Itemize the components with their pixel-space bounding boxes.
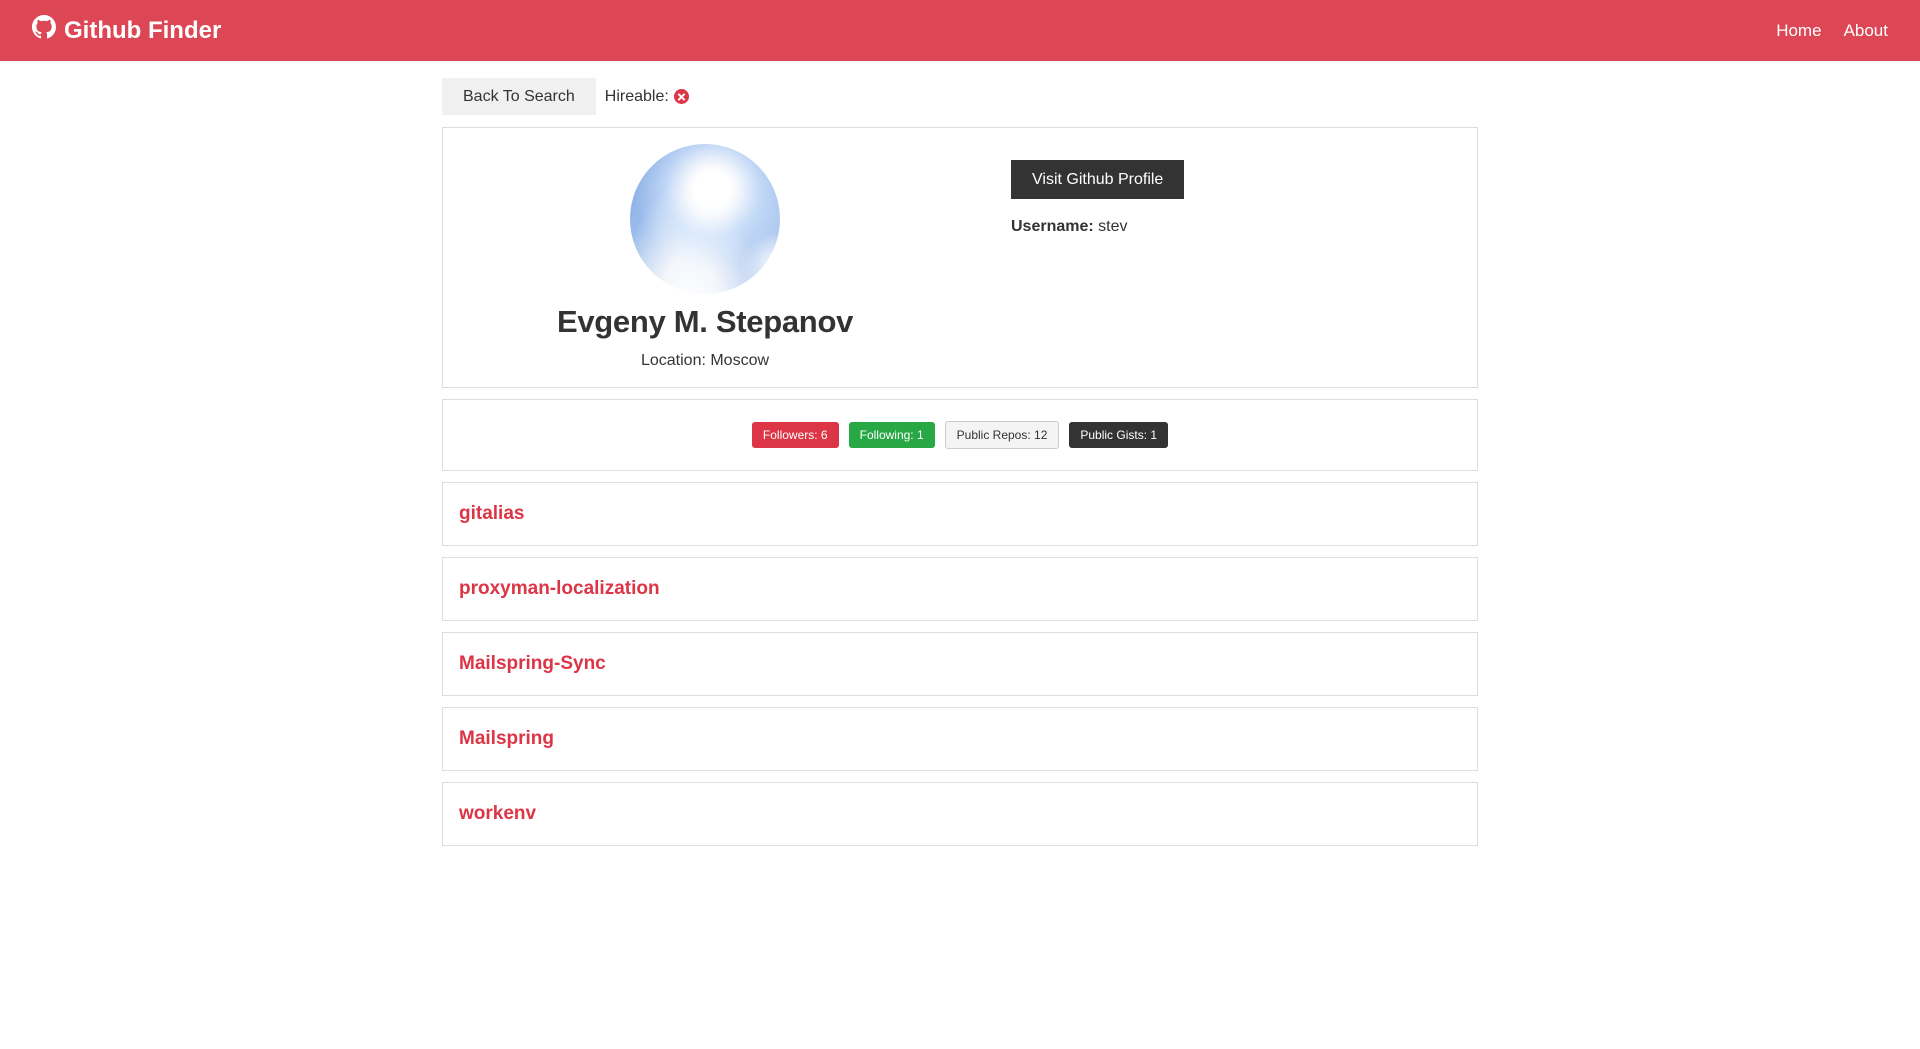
hireable-status: Hireable: [605, 88, 689, 106]
repo-link-proxyman-localization[interactable]: proxyman-localization [459, 578, 660, 600]
nav-link-about[interactable]: About [1844, 21, 1888, 41]
nav-link-home[interactable]: Home [1776, 21, 1821, 41]
x-circle-icon [673, 89, 689, 104]
back-to-search-button[interactable]: Back To Search [442, 78, 596, 115]
brand-link[interactable]: Github Finder [32, 15, 221, 46]
avatar [630, 144, 780, 294]
public-gists-badge: Public Gists: 1 [1069, 422, 1169, 448]
repo-item: Mailspring [442, 707, 1478, 771]
profile-details: Visit Github Profile Username: stev [967, 128, 1185, 387]
user-location: Location: Moscow [640, 352, 770, 369]
username-line: Username: stev [1011, 218, 1184, 236]
navbar: Github Finder Home About [0, 0, 1920, 61]
following-badge: Following: 1 [848, 422, 935, 448]
main-container: Back To Search Hireable: Evgeny M. Stepa… [442, 78, 1478, 846]
topbar: Back To Search Hireable: [442, 78, 1478, 115]
followers-badge: Followers: 6 [751, 422, 839, 448]
repo-item: proxyman-localization [442, 557, 1478, 621]
repo-item: Mailspring-Sync [442, 632, 1478, 696]
nav-links: Home About [1776, 21, 1888, 41]
repo-link-gitalias[interactable]: gitalias [459, 503, 524, 525]
stats-card: Followers: 6 Following: 1 Public Repos: … [442, 399, 1478, 471]
profile-identity: Evgeny M. Stepanov Location: Moscow [443, 128, 967, 387]
public-repos-badge: Public Repos: 12 [944, 421, 1060, 449]
repo-link-workenv[interactable]: workenv [459, 803, 536, 825]
github-icon [32, 15, 56, 46]
repo-item: workenv [442, 782, 1478, 846]
repo-link-mailspring-sync[interactable]: Mailspring-Sync [459, 653, 606, 675]
repo-link-mailspring[interactable]: Mailspring [459, 728, 554, 750]
brand-title: Github Finder [64, 16, 222, 44]
visit-github-profile-button[interactable]: Visit Github Profile [1011, 160, 1185, 199]
username-value: stev [1098, 218, 1128, 235]
hireable-label: Hireable: [604, 87, 669, 105]
user-name: Evgeny M. Stepanov [556, 304, 854, 339]
profile-card: Evgeny M. Stepanov Location: Moscow Visi… [442, 127, 1478, 388]
username-label: Username: [1011, 218, 1094, 235]
repo-item: gitalias [442, 482, 1478, 546]
